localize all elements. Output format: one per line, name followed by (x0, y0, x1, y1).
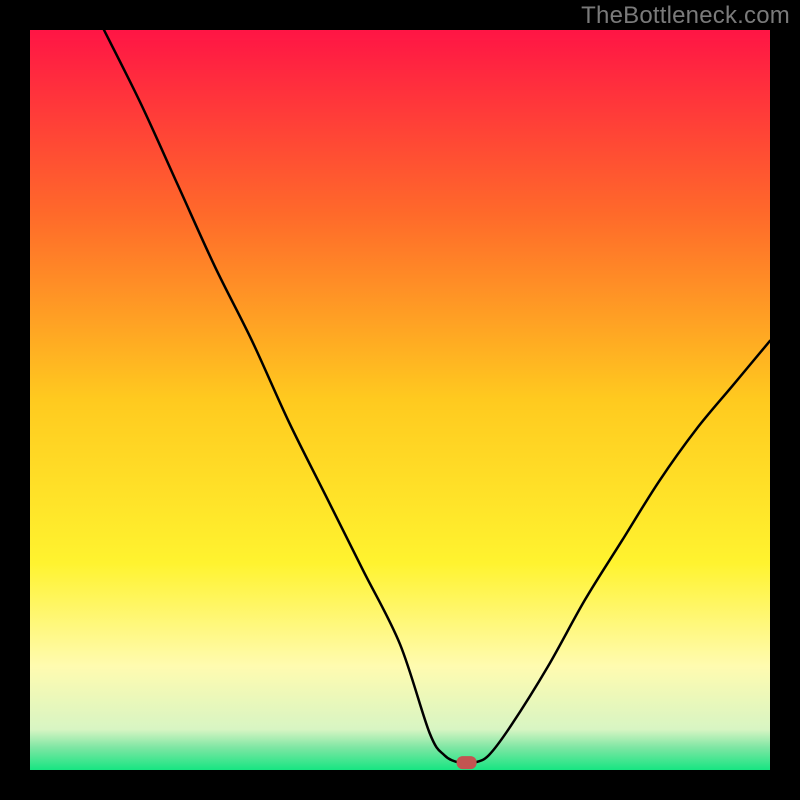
gradient-background (30, 30, 770, 770)
chart-frame: TheBottleneck.com (0, 0, 800, 800)
plot-area (30, 30, 770, 770)
chart-svg (30, 30, 770, 770)
optimal-marker (457, 756, 477, 769)
attribution-text: TheBottleneck.com (581, 2, 790, 30)
